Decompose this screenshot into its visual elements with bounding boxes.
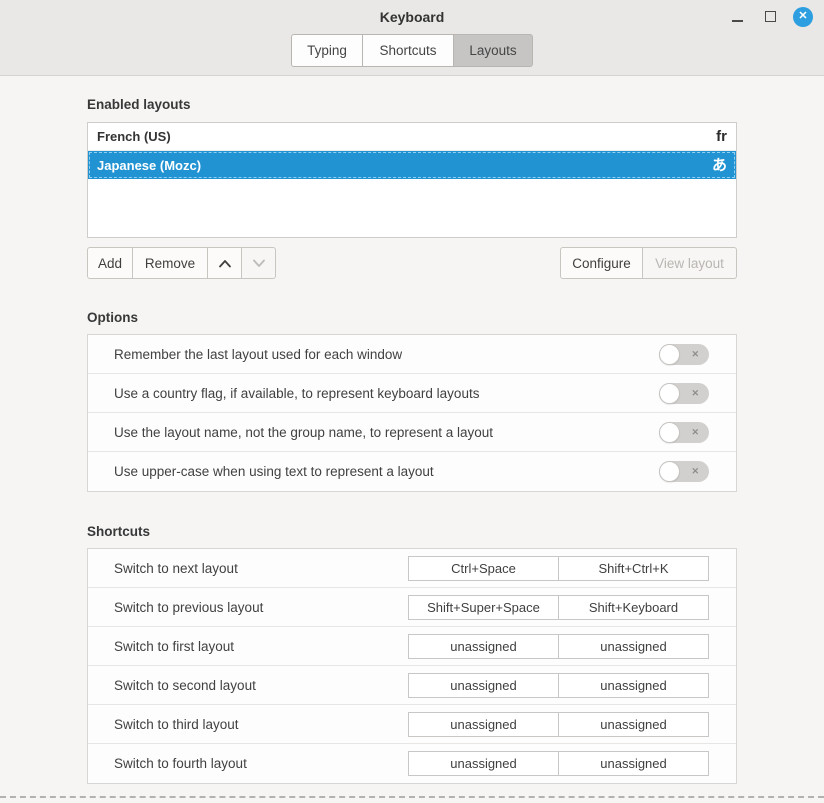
toggle-switch[interactable]: ✕ [659,461,709,482]
close-icon: ✕ [798,11,807,22]
option-label: Use a country flag, if available, to rep… [114,386,479,401]
keybinding-group: unassignedunassigned [408,673,709,698]
toggle-switch[interactable]: ✕ [659,344,709,365]
layout-row[interactable]: Japanese (Mozc) あ [88,151,736,179]
toggle-knob [659,383,680,404]
view-layout-button[interactable]: View layout [642,247,737,279]
layout-edit-button-group: Add Remove [87,247,276,279]
shortcut-label: Switch to next layout [114,561,238,576]
shortcut-label: Switch to fourth layout [114,756,247,771]
shortcut-label: Switch to previous layout [114,600,263,615]
keybinding-button[interactable]: Shift+Keyboard [558,595,709,620]
keybinding-button[interactable]: Shift+Ctrl+K [558,556,709,581]
layout-config-button-group: Configure View layout [560,247,737,279]
shortcut-label: Switch to second layout [114,678,256,693]
option-label: Remember the last layout used for each w… [114,347,402,362]
keybinding-button[interactable]: unassigned [558,751,709,776]
window-header: Keyboard ✕ Typing Shortcuts Layouts [0,0,824,76]
keybinding-button[interactable]: unassigned [558,673,709,698]
keybinding-button[interactable]: unassigned [408,751,559,776]
layout-name: French (US) [97,129,171,144]
layout-indicator-icon: あ [712,158,727,173]
keybinding-button[interactable]: unassigned [558,634,709,659]
close-button[interactable]: ✕ [793,7,813,27]
shortcut-row: Switch to previous layout Shift+Super+Spa… [88,588,736,627]
toggle-switch[interactable]: ✕ [659,422,709,443]
keybinding-button[interactable]: Shift+Super+Space [408,595,559,620]
remove-layout-button[interactable]: Remove [132,247,208,279]
options-heading: Options [87,310,737,325]
window-title: Keyboard [380,9,445,25]
option-row: Use a country flag, if available, to rep… [88,374,736,413]
shortcuts-heading: Shortcuts [87,524,737,539]
keybinding-button[interactable]: unassigned [408,673,559,698]
option-row: Remember the last layout used for each w… [88,335,736,374]
toggle-off-icon: ✕ [691,461,699,482]
tab-group: Typing Shortcuts Layouts [291,34,533,67]
enabled-layouts-list: French (US) fr Japanese (Mozc) あ [87,122,737,238]
toggle-knob [659,461,680,482]
enabled-layouts-heading: Enabled layouts [87,97,737,112]
shortcut-label: Switch to first layout [114,639,234,654]
toggle-switch[interactable]: ✕ [659,383,709,404]
layout-row[interactable]: French (US) fr [88,123,736,151]
titlebar: Keyboard ✕ [0,0,824,33]
options-panel: Remember the last layout used for each w… [87,334,737,492]
window-resize-edge [0,796,824,798]
keyboard-settings-window: Keyboard ✕ Typing Shortcuts Layouts [0,0,824,803]
add-layout-button[interactable]: Add [87,247,133,279]
layout-name: Japanese (Mozc) [97,158,201,173]
layouts-page: Enabled layouts French (US) fr Japanese (M… [0,76,824,784]
toggle-off-icon: ✕ [691,422,699,443]
move-layout-up-button[interactable] [207,247,242,279]
shortcut-row: Switch to next layout Ctrl+SpaceShift+Ctr… [88,549,736,588]
layout-list-actions: Add Remove Configure View layout [87,247,737,279]
keybinding-button[interactable]: Ctrl+Space [408,556,559,581]
toggle-off-icon: ✕ [691,344,699,365]
option-row: Use upper-case when using text to repres… [88,452,736,491]
keybinding-group: unassignedunassigned [408,751,709,776]
configure-button[interactable]: Configure [560,247,643,279]
toggle-knob [659,422,680,443]
toggle-off-icon: ✕ [691,383,699,404]
shortcut-row: Switch to fourth layout unassignedunassig… [88,744,736,783]
chevron-up-icon [218,259,232,268]
keybinding-button[interactable]: unassigned [408,634,559,659]
tab-layouts[interactable]: Layouts [453,34,533,67]
keybinding-group: Shift+Super+SpaceShift+Keyboard [408,595,709,620]
option-row: Use the layout name, not the group name,… [88,413,736,452]
chevron-down-icon [252,259,266,268]
keybinding-group: Ctrl+SpaceShift+Ctrl+K [408,556,709,581]
shortcut-row: Switch to second layout unassignedunassig… [88,666,736,705]
maximize-button[interactable] [760,7,780,27]
shortcut-row: Switch to third layout unassignedunassign… [88,705,736,744]
window-controls: ✕ [727,0,813,33]
option-label: Use the layout name, not the group name,… [114,425,493,440]
keybinding-group: unassignedunassigned [408,712,709,737]
shortcut-label: Switch to third layout [114,717,239,732]
shortcuts-panel: Switch to next layout Ctrl+SpaceShift+Ctr… [87,548,737,784]
maximize-icon [765,11,776,22]
tab-shortcuts[interactable]: Shortcuts [362,34,454,67]
toggle-knob [659,344,680,365]
option-label: Use upper-case when using text to repres… [114,464,434,479]
keybinding-button[interactable]: unassigned [558,712,709,737]
tab-typing[interactable]: Typing [291,34,363,67]
keybinding-group: unassignedunassigned [408,634,709,659]
keybinding-button[interactable]: unassigned [408,712,559,737]
minimize-icon [732,20,743,22]
move-layout-down-button[interactable] [241,247,276,279]
tab-bar: Typing Shortcuts Layouts [0,33,824,76]
minimize-button[interactable] [727,7,747,27]
layout-indicator-icon: fr [716,129,727,144]
shortcut-row: Switch to first layout unassignedunassign… [88,627,736,666]
